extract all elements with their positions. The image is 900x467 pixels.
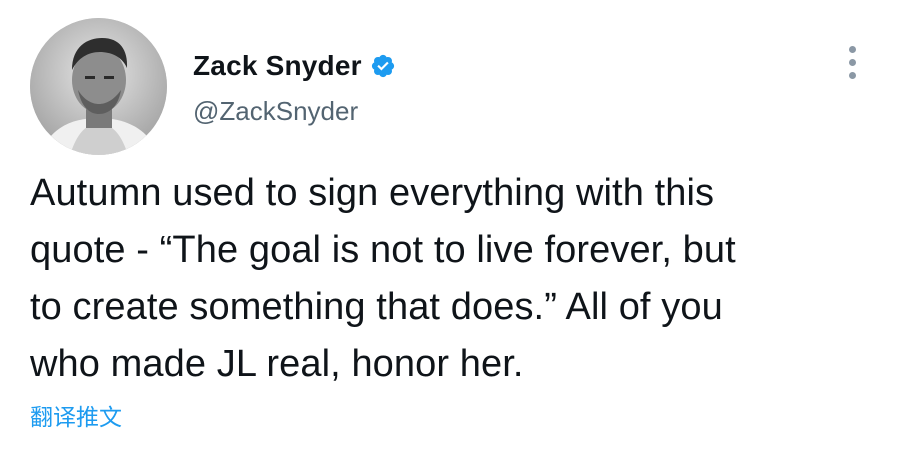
avatar[interactable] — [30, 18, 167, 155]
tweet-text: Autumn used to sign everything with this… — [30, 172, 736, 385]
author-block[interactable]: Zack Snyder @ZackSnyder — [193, 48, 396, 127]
more-options-button[interactable] — [834, 42, 870, 82]
more-vertical-icon — [848, 45, 856, 53]
verified-badge-icon — [370, 53, 396, 79]
user-handle[interactable]: @ZackSnyder — [193, 96, 396, 127]
tweet-card: Zack Snyder @ZackSnyder Autumn used to s… — [0, 0, 900, 467]
display-name-row: Zack Snyder — [193, 48, 396, 84]
display-name[interactable]: Zack Snyder — [193, 50, 362, 82]
profile-photo-icon — [30, 18, 167, 155]
more-vertical-icon-dot-2 — [848, 58, 856, 66]
translate-tweet-link[interactable]: 翻译推文 — [30, 398, 122, 432]
more-vertical-icon-dot-3 — [848, 71, 856, 79]
